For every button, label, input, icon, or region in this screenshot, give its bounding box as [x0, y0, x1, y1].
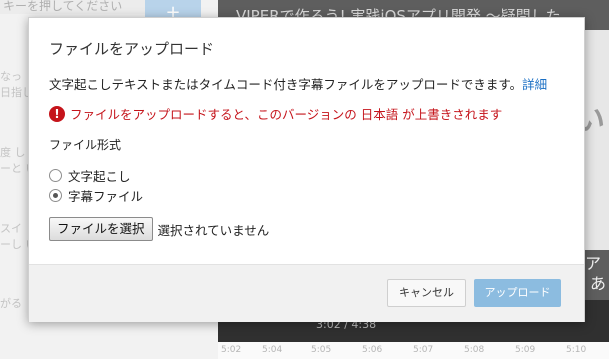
dialog-title: ファイルをアップロード	[49, 40, 215, 58]
timeline-tick: 5:05	[311, 345, 332, 355]
subtitle-file-label: 字幕ファイル	[68, 189, 144, 204]
background-snippet: なっ	[0, 70, 22, 83]
background-snippet: 度 し	[0, 146, 26, 159]
format-option-subtitle-file[interactable]: 字幕ファイル	[49, 186, 143, 205]
details-link[interactable]: 詳細	[522, 77, 547, 92]
transcript-label: 文字起こし	[68, 169, 131, 184]
overwrite-warning: ! ファイルをアップロードすると、このバージョンの 日本語 が上書きされます	[49, 104, 502, 123]
timeline-tick: 5:08	[464, 345, 485, 355]
format-option-transcript[interactable]: 文字起こし	[49, 166, 131, 185]
background-hint-text: キーを押してください	[0, 0, 145, 14]
error-icon: !	[49, 105, 65, 122]
dialog-description: 文字起こしテキストまたはタイムコード付き字幕ファイルをアップロードできます。詳細	[49, 74, 547, 93]
timeline-tick: 5:02	[221, 345, 242, 355]
upload-button[interactable]: アップロード	[474, 279, 561, 307]
subtitle-file-radio[interactable]	[49, 189, 62, 202]
timeline-tick: 5:09	[515, 345, 536, 355]
timeline-tick: 5:04	[262, 345, 283, 355]
background-snippet: がる	[0, 297, 22, 310]
upload-dialog: ファイルをアップロード 文字起こしテキストまたはタイムコード付き字幕ファイルをア…	[28, 17, 585, 322]
file-status-text: 選択されていません	[157, 222, 270, 238]
warning-text: ファイルをアップロードすると、このバージョンの 日本語 が上書きされます	[70, 107, 503, 122]
timeline-tick: 5:06	[362, 345, 383, 355]
background-snippet: ーし い	[0, 238, 30, 251]
background-snippet: スイ	[0, 222, 22, 235]
background-subtitle: あ	[590, 274, 607, 293]
choose-file-button[interactable]: ファイルを選択	[49, 217, 153, 241]
dialog-footer: キャンセル アップロード	[29, 264, 584, 322]
transcript-radio[interactable]	[49, 169, 62, 182]
background-snippet: 日指し	[0, 86, 30, 99]
description-text: 文字起こしテキストまたはタイムコード付き字幕ファイルをアップロードできます。	[49, 77, 523, 92]
file-picker: ファイルを選択 選択されていません	[49, 217, 269, 241]
file-format-label: ファイル形式	[49, 138, 122, 152]
timeline-tick: 5:07	[413, 345, 434, 355]
background-snippet: ーと い	[0, 162, 30, 175]
timeline-tick: 5:10	[566, 345, 587, 355]
cancel-button[interactable]: キャンセル	[387, 279, 466, 307]
